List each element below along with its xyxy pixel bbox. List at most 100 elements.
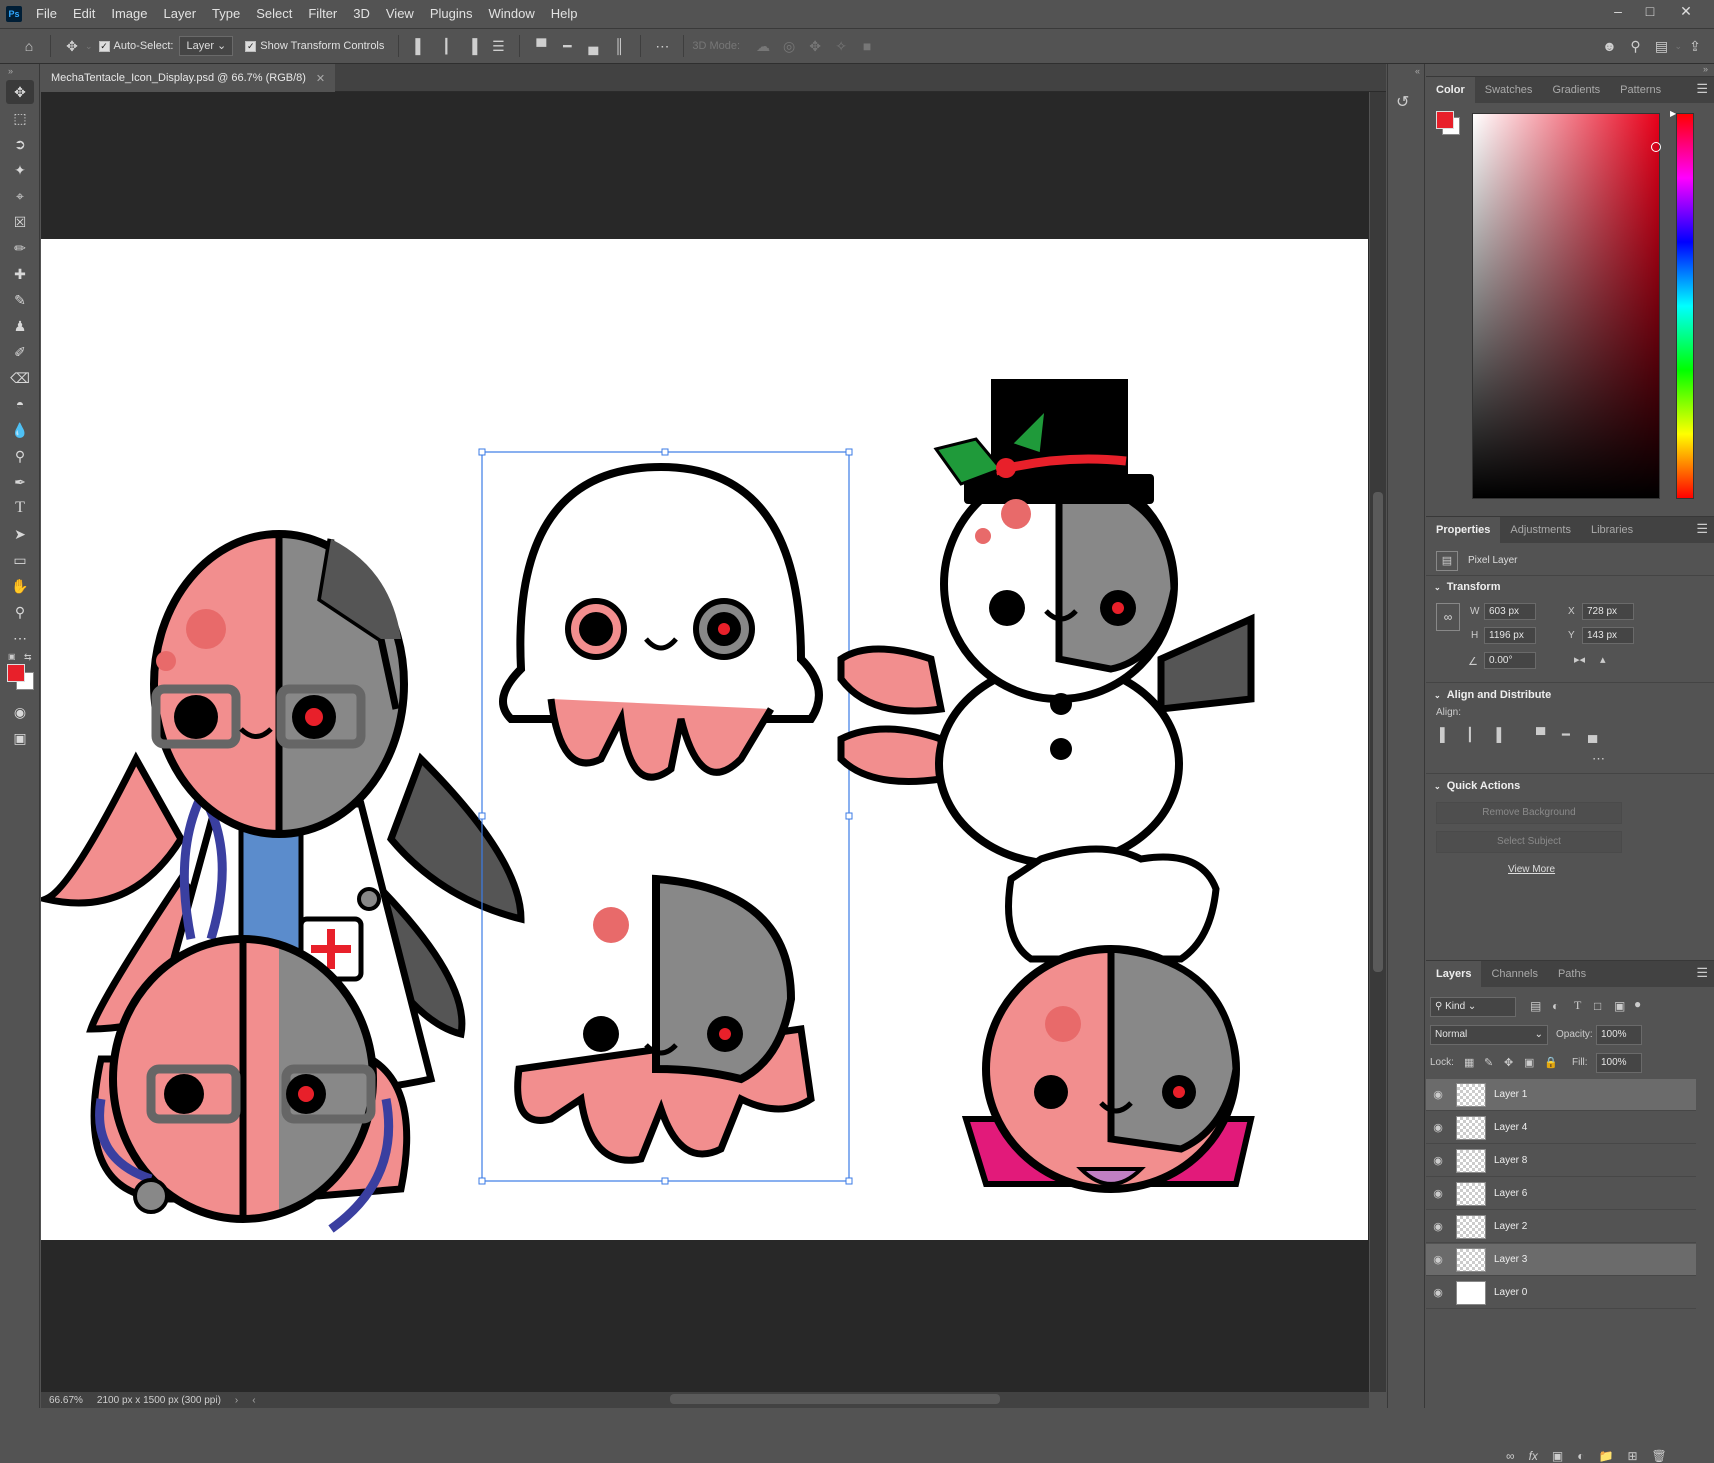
share-user-icon[interactable]: ☻ <box>1598 35 1620 57</box>
auto-select-checkbox[interactable]: ✓ Auto-Select: <box>98 40 173 52</box>
move-tool-icon[interactable]: ✥ <box>6 80 34 104</box>
align-bottom-icon[interactable]: ▄ <box>1588 727 1597 742</box>
collapse-icon[interactable]: « <box>1388 64 1424 78</box>
height-field[interactable]: 1196 px <box>1484 627 1536 644</box>
visibility-eye-icon[interactable]: ◉ <box>1426 1286 1450 1299</box>
delete-layer-icon[interactable]: 🗑 <box>1652 1449 1667 1463</box>
swap-colors-icon[interactable]: ⇆ <box>24 652 32 663</box>
collapse-icon[interactable]: » <box>1703 64 1708 74</box>
menu-window[interactable]: Window <box>480 0 542 28</box>
quick-mask-icon[interactable]: ◉ <box>6 700 34 724</box>
tab-adjustments[interactable]: Adjustments <box>1500 517 1581 543</box>
close-tab-icon[interactable]: ✕ <box>316 72 325 85</box>
lock-pixels-icon[interactable]: ✎ <box>1484 1056 1493 1069</box>
distribute-vertical-icon[interactable]: ║ <box>608 35 630 57</box>
hand-tool-icon[interactable]: ✋ <box>6 574 34 598</box>
align-bottom-icon[interactable]: ▄ <box>582 35 604 57</box>
color-picker-cursor[interactable] <box>1651 142 1661 152</box>
filter-smart-object-icon[interactable]: ▣ <box>1614 999 1625 1013</box>
foreground-color-swatch[interactable] <box>1436 111 1454 129</box>
transform-handle[interactable] <box>661 1177 669 1185</box>
close-icon[interactable]: ✕ <box>1672 0 1700 22</box>
transform-handle[interactable] <box>845 1177 853 1185</box>
new-group-icon[interactable]: 📁 <box>1599 1449 1614 1463</box>
chevron-right-icon[interactable]: › <box>235 1395 238 1406</box>
filter-toggle-icon[interactable]: ● <box>1634 997 1641 1011</box>
vertical-scrollbar[interactable] <box>1370 92 1386 1392</box>
angle-field[interactable]: 0.00° <box>1484 652 1536 669</box>
menu-type[interactable]: Type <box>204 0 248 28</box>
share-icon[interactable]: ⇪ <box>1684 35 1706 57</box>
visibility-eye-icon[interactable]: ◉ <box>1426 1154 1450 1167</box>
history-panel-icon[interactable]: ↺ <box>1396 92 1416 112</box>
tab-swatches[interactable]: Swatches <box>1475 77 1543 103</box>
align-left-icon[interactable]: ▌ <box>409 35 431 57</box>
more-options-icon[interactable]: ⋯ <box>651 35 673 57</box>
more-options-icon[interactable]: ⋯ <box>1592 751 1605 767</box>
tab-channels[interactable]: Channels <box>1481 961 1547 987</box>
hue-slider-handle-icon[interactable]: ▶ <box>1670 109 1676 118</box>
move-tool-icon[interactable]: ✥ <box>61 35 83 57</box>
filter-pixel-icon[interactable]: ▤ <box>1530 999 1541 1013</box>
tab-paths[interactable]: Paths <box>1548 961 1596 987</box>
remove-background-button[interactable]: Remove Background <box>1436 802 1622 824</box>
default-colors-icon[interactable]: ▣ <box>8 652 16 661</box>
foreground-color-swatch[interactable] <box>7 664 25 682</box>
transform-handle[interactable] <box>845 448 853 456</box>
link-layers-icon[interactable]: ∞ <box>1506 1449 1515 1463</box>
menu-filter[interactable]: Filter <box>300 0 345 28</box>
y-field[interactable]: 143 px <box>1582 627 1634 644</box>
hue-slider[interactable] <box>1676 113 1694 499</box>
filter-type-icon[interactable]: T <box>1574 998 1581 1013</box>
panel-menu-icon[interactable]: ☰ <box>1696 81 1708 97</box>
layer-row[interactable]: ◉ Layer 3 <box>1426 1244 1696 1276</box>
collapse-icon[interactable]: » <box>0 64 39 78</box>
filter-kind-dropdown[interactable]: ⚲ Kind ⌄ <box>1430 997 1516 1017</box>
menu-help[interactable]: Help <box>543 0 586 28</box>
paint-bucket-tool-icon[interactable]: ◓ <box>6 392 34 416</box>
lock-transparent-icon[interactable]: ▦ <box>1464 1056 1474 1069</box>
workspace-icon[interactable]: ▤ <box>1650 35 1672 57</box>
visibility-eye-icon[interactable]: ◉ <box>1426 1121 1450 1134</box>
canvas-area[interactable] <box>41 92 1369 1392</box>
blend-mode-dropdown[interactable]: Normal ⌄ <box>1430 1025 1548 1045</box>
align-left-icon[interactable]: ▌ <box>1440 727 1449 742</box>
menu-plugins[interactable]: Plugins <box>422 0 481 28</box>
align-top-icon[interactable]: ▀ <box>1536 727 1545 742</box>
new-layer-icon[interactable]: ⊞ <box>1627 1449 1637 1463</box>
transform-handle[interactable] <box>478 1177 486 1185</box>
align-hcenter-icon[interactable]: ┃ <box>435 35 457 57</box>
pen-tool-icon[interactable]: ✒ <box>6 470 34 494</box>
menu-file[interactable]: File <box>28 0 65 28</box>
menu-image[interactable]: Image <box>103 0 155 28</box>
lock-position-icon[interactable]: ✥ <box>1504 1056 1513 1069</box>
layer-style-icon[interactable]: fx <box>1529 1449 1538 1463</box>
chevron-left-icon[interactable]: ‹ <box>252 1395 255 1406</box>
layer-row[interactable]: ◉ Layer 1 <box>1426 1079 1696 1111</box>
eraser-tool-icon[interactable]: ⌫ <box>6 366 34 390</box>
healing-brush-tool-icon[interactable]: ✚ <box>6 262 34 286</box>
tab-libraries[interactable]: Libraries <box>1581 517 1643 543</box>
marquee-tool-icon[interactable]: ⬚ <box>6 106 34 130</box>
menu-select[interactable]: Select <box>248 0 300 28</box>
align-vcenter-icon[interactable]: ━ <box>1562 727 1570 743</box>
tab-layers[interactable]: Layers <box>1426 961 1482 987</box>
select-subject-button[interactable]: Select Subject <box>1436 831 1622 853</box>
transform-section-title[interactable]: ⌄ Transform <box>1434 581 1501 593</box>
layer-row[interactable]: ◉ Layer 4 <box>1426 1112 1696 1144</box>
type-tool-icon[interactable]: T <box>6 496 34 520</box>
tab-color[interactable]: Color <box>1426 77 1475 103</box>
layer-mask-icon[interactable]: ▣ <box>1552 1449 1563 1463</box>
menu-layer[interactable]: Layer <box>156 0 205 28</box>
transform-handle[interactable] <box>661 448 669 456</box>
tab-properties[interactable]: Properties <box>1426 517 1501 543</box>
transform-handle[interactable] <box>478 448 486 456</box>
align-right-icon[interactable]: ▐ <box>1492 727 1501 742</box>
menu-view[interactable]: View <box>378 0 422 28</box>
align-hcenter-icon[interactable]: ┃ <box>1466 727 1474 743</box>
flip-horizontal-icon[interactable]: ▸◂ <box>1574 653 1585 666</box>
chevron-down-icon[interactable]: ⌄ <box>85 41 93 52</box>
adjustment-layer-icon[interactable]: ◐ <box>1577 1449 1584 1463</box>
align-vcenter-icon[interactable]: ━ <box>556 35 578 57</box>
color-swatches[interactable]: ▣ ⇆ <box>0 652 39 690</box>
